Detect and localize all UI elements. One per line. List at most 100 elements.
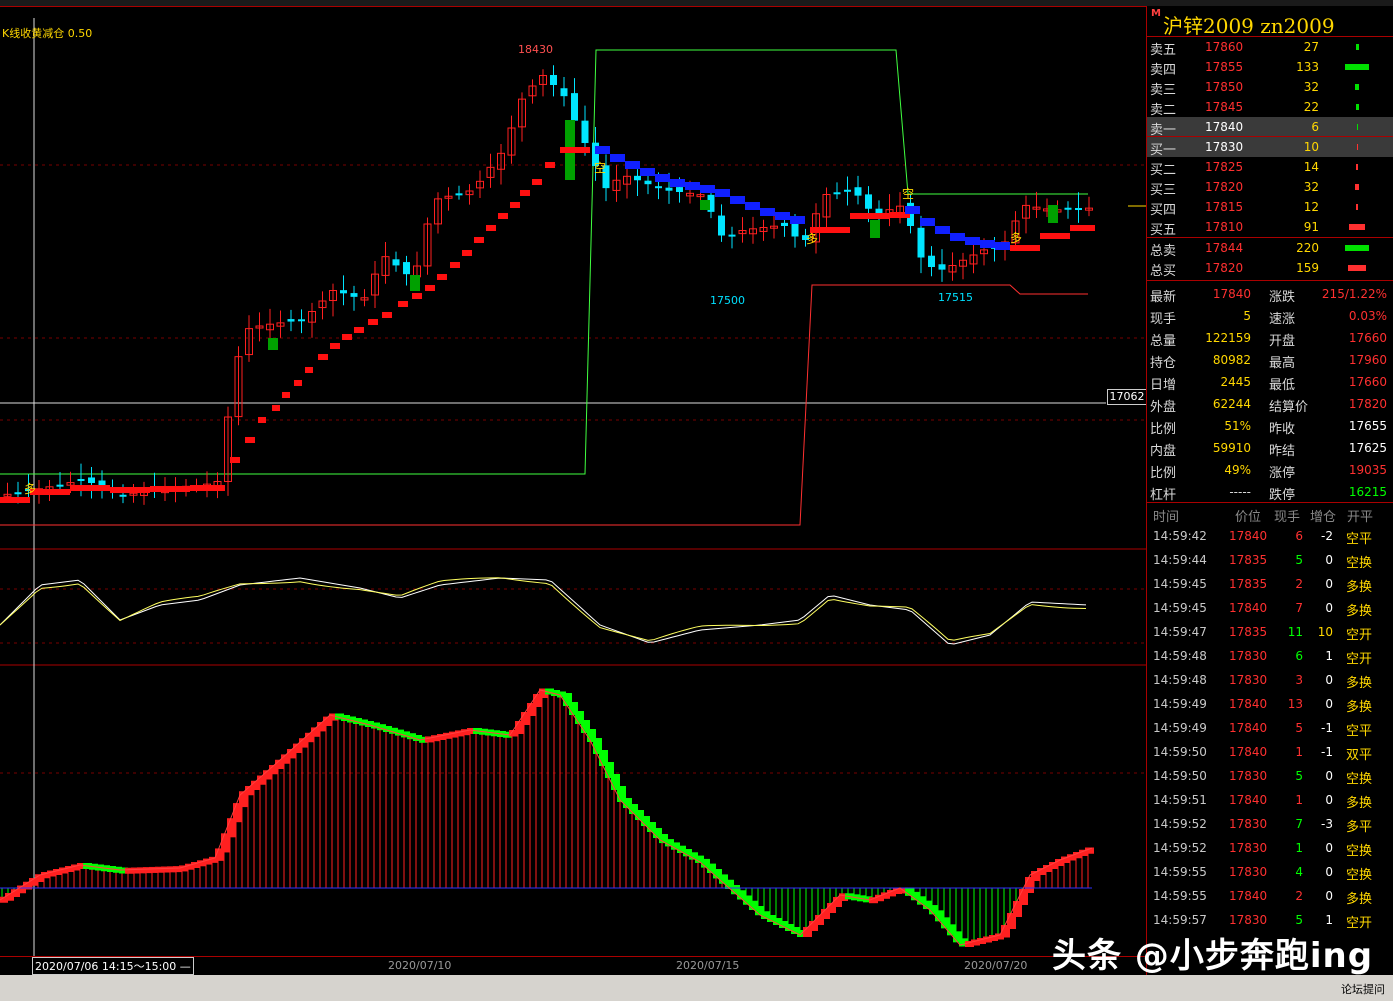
stat-value: 5 [1243, 309, 1251, 323]
order-book-row[interactable]: 总买 17820 159 [1147, 258, 1393, 279]
candle-body [875, 208, 883, 214]
tick-time: 14:59:57 [1153, 913, 1207, 927]
trend-dot-long [425, 285, 435, 291]
candle-body [854, 187, 862, 196]
tick-type: 空平 [1346, 724, 1373, 739]
level-volume: 133 [1296, 60, 1319, 74]
tick-type: 空平 [1346, 532, 1373, 547]
volume-bar [1355, 44, 1359, 50]
stat-row: 比例 51% 昨收 17655 [1147, 416, 1393, 438]
tick-time: 14:59:42 [1153, 529, 1207, 543]
stat-label: 比例 [1150, 422, 1177, 437]
tick-header: 时间 价位 现手 增仓 开平 [1153, 510, 1374, 525]
stat-label: 开盘 [1269, 334, 1296, 349]
kline-chart-area[interactable]: 多 空多 空多 K线收黄减仓 0.50 18430 17500 17515 1706… [0, 0, 1147, 1001]
date-tick: 2020/07/20 [964, 959, 1028, 972]
tick-row[interactable]: 14:59:45 17835 2 0 多换 [1147, 572, 1393, 596]
upper-channel-line [0, 49, 1088, 475]
order-book-row[interactable]: 卖五 17860 27 [1147, 37, 1393, 58]
stat-value: 19035 [1348, 463, 1387, 477]
trend-dot-short [715, 189, 730, 197]
order-book-row[interactable]: 买三 17820 32 [1147, 177, 1393, 198]
level-label: 买三 [1150, 183, 1177, 198]
tick-row[interactable]: 14:59:50 17830 5 0 空换 [1147, 764, 1393, 788]
tick-oi-change: -1 [1321, 745, 1333, 759]
tick-row[interactable]: 14:59:48 17830 6 1 空开 [1147, 644, 1393, 668]
reduce-candle [410, 275, 420, 291]
forum-button[interactable]: 论坛提问 [1341, 981, 1385, 997]
trend-dot-short [745, 202, 760, 210]
tick-row[interactable]: 14:59:50 17840 1 -1 双平 [1147, 740, 1393, 764]
volume-bar [1356, 164, 1358, 170]
cursor-price-tag: 17062 [1107, 389, 1147, 405]
tick-volume: 1 [1295, 745, 1303, 759]
trend-dot-long [0, 497, 30, 503]
order-book-row[interactable]: 买四 17815 12 [1147, 197, 1393, 218]
tick-row[interactable]: 14:59:52 17830 1 0 空换 [1147, 836, 1393, 860]
tick-volume: 6 [1295, 529, 1303, 543]
candle-body [728, 234, 736, 237]
tick-time: 14:59:50 [1153, 745, 1207, 759]
tick-price: 17830 [1229, 841, 1268, 855]
tick-time: 14:59:48 [1153, 673, 1207, 687]
tick-row[interactable]: 14:59:42 17840 6 -2 空平 [1147, 524, 1393, 548]
tick-row[interactable]: 14:59:51 17840 1 0 多换 [1147, 788, 1393, 812]
level-label: 买五 [1150, 223, 1177, 238]
tick-time: 14:59:50 [1153, 769, 1207, 783]
stat-label: 涨停 [1269, 466, 1296, 481]
tick-row[interactable]: 14:59:55 17840 2 0 多换 [1147, 884, 1393, 908]
tick-row[interactable]: 14:59:44 17835 5 0 空换 [1147, 548, 1393, 572]
trend-dot-long [110, 487, 150, 493]
tick-time: 14:59:49 [1153, 697, 1207, 711]
tick-time: 14:59:48 [1153, 649, 1207, 663]
order-book-row[interactable]: 卖二 17845 22 [1147, 97, 1393, 118]
candle-body [340, 290, 347, 294]
reduce-candle [700, 200, 710, 210]
tick-time: 14:59:52 [1153, 841, 1207, 855]
order-book-row[interactable]: 买五 17810 91 [1147, 217, 1393, 238]
order-book-row[interactable]: 买二 17825 14 [1147, 157, 1393, 178]
tick-row[interactable]: 14:59:55 17830 4 0 空换 [1147, 860, 1393, 884]
level-volume: 22 [1303, 100, 1319, 114]
stat-value: 0.03% [1348, 309, 1387, 323]
stat-label: 内盘 [1150, 444, 1177, 459]
tick-row[interactable]: 14:59:47 17835 11 10 空开 [1147, 620, 1393, 644]
contract-title[interactable]: M 沪锌2009 zn2009 [1147, 6, 1393, 38]
tick-row[interactable]: 14:59:52 17830 7 -3 多平 [1147, 812, 1393, 836]
tick-price: 17835 [1229, 577, 1268, 591]
trend-dot-short [700, 185, 715, 193]
watermark: 头条 @小步奔跑ing [1052, 936, 1374, 976]
trend-dot-short [670, 179, 685, 187]
candle-body [1064, 207, 1072, 210]
tick-volume: 1 [1295, 841, 1303, 855]
tick-row[interactable]: 14:59:49 17840 13 0 多换 [1147, 692, 1393, 716]
order-book-row[interactable]: 买一 17830 10 [1147, 137, 1393, 158]
stat-value: 17960 [1348, 353, 1387, 367]
tick-volume: 7 [1295, 601, 1303, 615]
tick-volume: 3 [1295, 673, 1303, 687]
tick-row[interactable]: 14:59:49 17840 5 -1 空平 [1147, 716, 1393, 740]
level-price: 17840 [1205, 120, 1244, 134]
reduce-candle [268, 338, 278, 350]
tick-price: 17840 [1229, 721, 1268, 735]
order-book-row[interactable]: 卖四 17855 133 [1147, 57, 1393, 78]
chart-canvas[interactable]: 多 空多 空多 [0, 0, 1146, 975]
trend-dot-long [382, 312, 392, 318]
candle-body [88, 477, 95, 483]
tick-row[interactable]: 14:59:48 17830 3 0 多换 [1147, 668, 1393, 692]
trend-dot-short [625, 161, 640, 169]
order-book-row[interactable]: 卖三 17850 32 [1147, 77, 1393, 98]
stat-label: 涨跌 [1269, 290, 1296, 305]
order-book-row[interactable]: 卖一 17840 6 [1147, 117, 1393, 138]
candle-body [350, 293, 358, 297]
candle-body [844, 189, 851, 192]
tick-oi-change: -1 [1321, 721, 1333, 735]
tick-row[interactable]: 14:59:45 17840 7 0 多换 [1147, 596, 1393, 620]
tick-volume: 5 [1295, 721, 1303, 735]
order-book-row[interactable]: 总卖 17844 220 [1147, 238, 1393, 259]
trend-dot-long [70, 485, 110, 491]
level-label: 买一 [1150, 143, 1177, 158]
level-volume: 6 [1311, 120, 1319, 134]
date-tick: 2020/07/10 [388, 959, 452, 972]
trend-dot-long [245, 437, 255, 443]
